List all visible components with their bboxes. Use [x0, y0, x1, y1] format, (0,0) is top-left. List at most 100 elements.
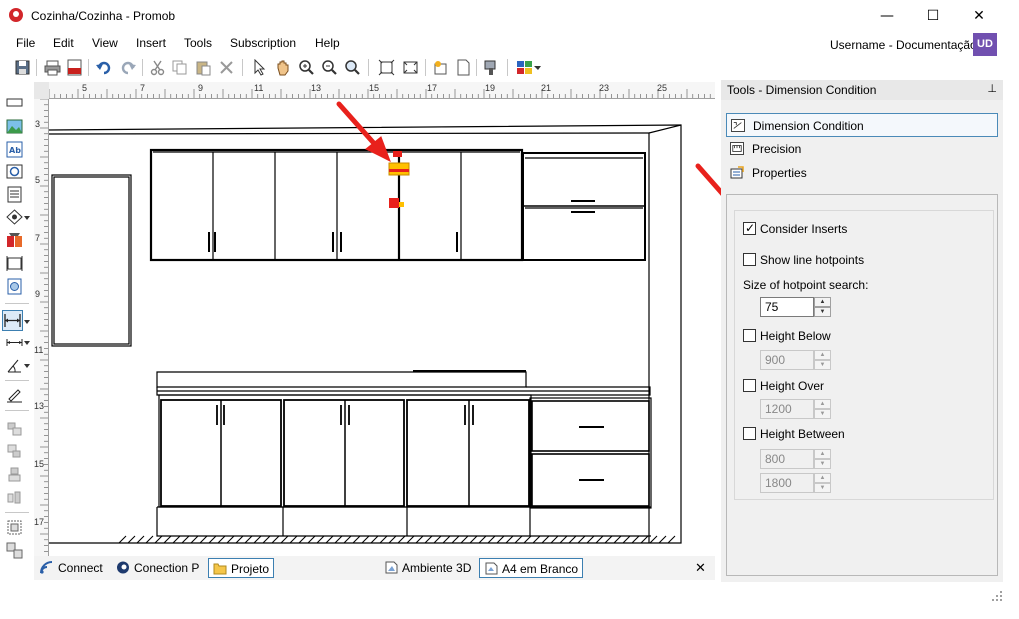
paste-icon[interactable] [195, 59, 212, 76]
pan-hand-icon[interactable] [274, 59, 291, 76]
save-icon[interactable] [14, 59, 31, 76]
document-tabs: Connect Conection P Projeto Ambiente 3D … [34, 556, 715, 580]
height-below-input[interactable]: 900 [760, 350, 814, 370]
height-over-input[interactable]: 1200 [760, 399, 814, 419]
zoom-page-icon[interactable] [402, 59, 419, 76]
image-icon[interactable] [6, 118, 23, 135]
tab-projeto[interactable]: Projeto [208, 558, 275, 578]
pin-icon[interactable]: ⊥ [987, 82, 997, 95]
chevron-down-icon[interactable] [24, 339, 30, 347]
show-line-hotpoints-checkbox[interactable] [743, 253, 756, 266]
kitchen-elevation-drawing[interactable] [49, 99, 715, 556]
menu-help[interactable]: Help [315, 36, 340, 50]
menu-tools[interactable]: Tools [184, 36, 212, 50]
spin-down-icon[interactable]: ▼ [814, 360, 831, 370]
chevron-down-icon[interactable] [24, 318, 30, 326]
close-button[interactable]: ✕ [956, 0, 1002, 32]
wall-rectangle-icon[interactable] [6, 94, 23, 111]
section-dimension-condition[interactable]: Dimension Condition [726, 113, 998, 137]
height-below-checkbox[interactable] [743, 329, 756, 342]
menu-view[interactable]: View [92, 36, 118, 50]
height-between-checkbox[interactable] [743, 427, 756, 440]
hotpoint-size-stepper[interactable]: 75 ▲ ▼ [760, 297, 831, 317]
spin-up-icon[interactable]: ▲ [814, 473, 831, 483]
select-pointer-icon[interactable] [251, 59, 268, 76]
redo-icon[interactable] [120, 59, 137, 76]
menu-insert[interactable]: Insert [136, 36, 166, 50]
new-page-icon[interactable] [455, 59, 472, 76]
spin-down-icon[interactable]: ▼ [814, 307, 831, 317]
tab-a4-em-branco[interactable]: A4 em Branco [479, 558, 584, 578]
dimension-tool-button[interactable] [2, 310, 23, 331]
zoom-out-icon[interactable] [321, 59, 338, 76]
height-over-checkbox[interactable] [743, 379, 756, 392]
distribute-icon[interactable] [6, 489, 23, 506]
render-settings-icon[interactable] [432, 59, 449, 76]
spin-up-icon[interactable]: ▲ [814, 350, 831, 360]
tab-conection-p[interactable]: Conection P [112, 558, 203, 578]
spin-up-icon[interactable]: ▲ [814, 449, 831, 459]
ungroup-icon[interactable] [6, 542, 23, 559]
height-over-stepper[interactable]: 1200 ▲ ▼ [760, 399, 831, 419]
resize-grip-icon[interactable] [989, 588, 1003, 602]
chevron-down-icon[interactable] [533, 59, 542, 76]
align-center-icon[interactable] [6, 466, 23, 483]
chevron-down-icon[interactable] [24, 362, 30, 370]
zoom-window-icon[interactable] [344, 59, 361, 76]
consider-inserts-checkbox[interactable] [743, 221, 756, 235]
height-between-max-stepper[interactable]: 1800 ▲ ▼ [760, 473, 831, 493]
menu-subscription[interactable]: Subscription [230, 36, 296, 50]
view-3d-icon[interactable] [6, 209, 23, 226]
elevation-view-icon[interactable] [6, 255, 23, 272]
section-precision[interactable]: Precision [726, 137, 998, 161]
menu-file[interactable]: File [16, 36, 35, 50]
spin-down-icon[interactable]: ▼ [814, 409, 831, 419]
height-between-max-input[interactable]: 1800 [760, 473, 814, 493]
copy-icon[interactable] [171, 59, 188, 76]
minimize-button[interactable]: — [864, 0, 910, 32]
undo-icon[interactable] [95, 59, 112, 76]
spin-up-icon[interactable]: ▲ [814, 297, 831, 307]
drawing-canvas[interactable] [49, 99, 715, 556]
pdf-export-icon[interactable] [66, 59, 83, 76]
tab-ambiente-3d[interactable]: Ambiente 3D [380, 558, 475, 578]
maximize-button[interactable]: ☐ [910, 0, 956, 32]
avatar[interactable]: UD [973, 33, 997, 56]
hotpoint-size-input[interactable]: 75 [760, 297, 814, 317]
horizontal-ruler: 5 7 9 11 13 15 17 19 21 23 25 [49, 82, 715, 99]
close-tab-icon[interactable]: ✕ [695, 560, 706, 576]
color-palette-icon[interactable] [516, 59, 533, 76]
height-below-stepper[interactable]: 900 ▲ ▼ [760, 350, 831, 370]
angle-dimension-icon[interactable] [6, 357, 23, 374]
menu-edit[interactable]: Edit [53, 36, 74, 50]
group-icon[interactable] [6, 519, 23, 536]
height-between-min-stepper[interactable]: 800 ▲ ▼ [760, 449, 831, 469]
spin-down-icon[interactable]: ▼ [814, 459, 831, 469]
hotpoint-size-label: Size of hotpoint search: [743, 278, 869, 292]
delete-icon[interactable] [218, 59, 235, 76]
align-bottom-icon[interactable] [6, 443, 23, 460]
text-tool-icon[interactable]: Ab [6, 141, 23, 158]
symbol-tool-icon[interactable] [6, 163, 23, 180]
zoom-extents-icon[interactable] [378, 59, 395, 76]
list-tool-icon[interactable] [6, 186, 23, 203]
zoom-in-icon[interactable] [298, 59, 315, 76]
print-icon[interactable] [44, 59, 61, 76]
user-name[interactable]: Username - Documentação [830, 38, 977, 52]
properties-tool-icon[interactable] [483, 59, 500, 76]
align-top-icon[interactable] [6, 420, 23, 437]
tab-connect[interactable]: Connect [36, 558, 107, 578]
spin-down-icon[interactable]: ▼ [814, 483, 831, 493]
cabinet-module-icon[interactable] [6, 232, 23, 249]
spin-up-icon[interactable]: ▲ [814, 399, 831, 409]
section-label: Precision [752, 142, 802, 156]
linear-dimension-icon[interactable] [6, 334, 23, 351]
edit-dimension-icon[interactable] [6, 386, 23, 403]
chevron-down-icon[interactable] [24, 214, 30, 222]
cut-icon[interactable] [149, 59, 166, 76]
window-title: Cozinha/Cozinha - Promob [31, 9, 176, 23]
toolbar-separator [142, 59, 143, 76]
height-between-min-input[interactable]: 800 [760, 449, 814, 469]
plan-view-icon[interactable] [6, 278, 23, 295]
section-properties[interactable]: Properties [726, 161, 998, 185]
